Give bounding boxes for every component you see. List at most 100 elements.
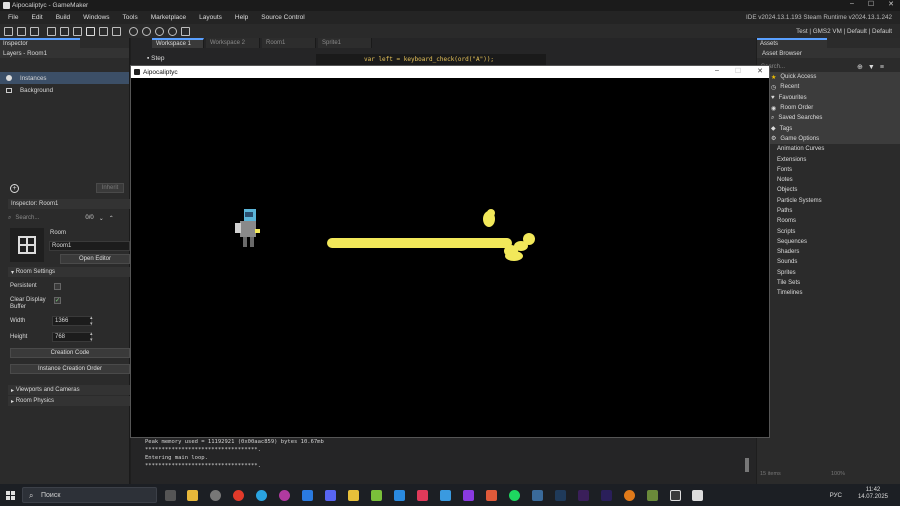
notes-icon[interactable] bbox=[348, 490, 359, 501]
asset-group[interactable]: Sprites bbox=[757, 268, 900, 278]
steam-icon[interactable] bbox=[532, 490, 543, 501]
quick-access-header[interactable]: ★ Quick Access bbox=[757, 72, 900, 83]
after-effects-icon[interactable] bbox=[601, 490, 612, 501]
game-canvas[interactable] bbox=[131, 78, 769, 437]
clear-display-checkbox[interactable]: ✓ bbox=[54, 297, 61, 304]
app-icon[interactable] bbox=[417, 490, 428, 501]
taskbar-search[interactable]: ⌕ Поиск bbox=[22, 487, 157, 503]
photoshop-icon[interactable] bbox=[555, 490, 566, 501]
vk-icon[interactable] bbox=[302, 490, 313, 501]
language-indicator[interactable]: РУС bbox=[830, 492, 842, 499]
new-project-icon[interactable] bbox=[4, 26, 13, 36]
output-scrollbar[interactable] bbox=[745, 458, 749, 472]
save-icon[interactable] bbox=[30, 26, 39, 36]
asset-group[interactable]: Objects bbox=[757, 185, 900, 195]
blender-icon[interactable] bbox=[624, 490, 635, 501]
filter-icon[interactable]: ▼ bbox=[868, 64, 875, 71]
asset-group[interactable]: Notes bbox=[757, 175, 900, 185]
discord-icon[interactable] bbox=[325, 490, 336, 501]
layer-instances[interactable]: Instances bbox=[0, 72, 129, 84]
next-match-icon[interactable]: ⌃ bbox=[109, 215, 114, 222]
menu-build[interactable]: Build bbox=[56, 14, 70, 21]
asset-zoom[interactable]: 100% bbox=[831, 471, 845, 477]
asset-group[interactable]: Sounds bbox=[757, 257, 900, 267]
asset-group[interactable]: Paths bbox=[757, 206, 900, 216]
spotify-icon[interactable] bbox=[509, 490, 520, 501]
open-project-icon[interactable] bbox=[17, 26, 26, 36]
settings-icon[interactable] bbox=[129, 26, 138, 36]
app-icon[interactable] bbox=[647, 490, 658, 501]
layer-background[interactable]: Background bbox=[0, 84, 129, 96]
game-minimize-icon[interactable]: – bbox=[715, 67, 719, 75]
quick-access-game-options[interactable]: ⚙ Game Options bbox=[757, 133, 900, 145]
physics-header[interactable]: ▸ Room Physics bbox=[8, 396, 130, 406]
room-settings-header[interactable]: ▾ Room Settings bbox=[8, 267, 130, 277]
tab-inspector[interactable]: Inspector bbox=[0, 38, 80, 48]
quick-access-saved-searches[interactable]: ⌕ Saved Searches bbox=[757, 113, 900, 124]
add-layer-icon[interactable]: + bbox=[10, 184, 19, 193]
menu-tools[interactable]: Tools bbox=[123, 14, 138, 21]
clean-icon[interactable] bbox=[60, 26, 69, 36]
width-field[interactable]: 1366 bbox=[52, 316, 92, 326]
tab-workspace-1[interactable]: Workspace 1 bbox=[152, 38, 204, 48]
asset-group[interactable]: Sequences bbox=[757, 237, 900, 247]
persistent-checkbox[interactable] bbox=[54, 283, 61, 290]
vscode-icon[interactable] bbox=[394, 490, 405, 501]
asset-group[interactable]: Animation Curves bbox=[757, 144, 900, 154]
game-maximize-icon[interactable]: ☐ bbox=[735, 67, 741, 75]
asset-group[interactable]: Extensions bbox=[757, 154, 900, 164]
tab-assets[interactable]: Assets bbox=[757, 38, 827, 48]
inherit-button[interactable]: Inherit bbox=[96, 183, 124, 193]
game-runner-icon[interactable] bbox=[692, 490, 703, 501]
clock[interactable]: 11:42 14.07.2025 bbox=[858, 487, 888, 501]
asset-group[interactable]: Fonts bbox=[757, 165, 900, 175]
target-selector[interactable]: Test | GMS2 VM | Default | Default bbox=[796, 28, 892, 35]
quick-access-recent[interactable]: ◷ Recent bbox=[757, 82, 900, 93]
run-icon[interactable] bbox=[86, 26, 95, 36]
asset-group[interactable]: Rooms bbox=[757, 216, 900, 226]
menu-edit[interactable]: Edit bbox=[31, 14, 42, 21]
debug-icon[interactable] bbox=[73, 26, 82, 36]
width-stepper[interactable]: ▴ ▾ bbox=[90, 315, 93, 327]
asset-search-input[interactable]: Search... bbox=[761, 64, 853, 70]
visual-studio-icon[interactable] bbox=[463, 490, 474, 501]
viewports-header[interactable]: ▸ Viewports and Cameras bbox=[8, 385, 130, 395]
game-window[interactable]: Aipocaliptyc – ☐ ✕ bbox=[130, 65, 770, 438]
zoom-reset-icon[interactable] bbox=[168, 26, 177, 36]
minimize-icon[interactable]: – bbox=[850, 0, 854, 8]
search-input[interactable]: Search... bbox=[15, 215, 85, 221]
code-line[interactable]: var left = keyboard_check(ord("A")); bbox=[316, 54, 546, 65]
menu-windows[interactable]: Windows bbox=[83, 14, 109, 21]
window-layout-icon[interactable] bbox=[181, 26, 190, 36]
height-stepper[interactable]: ▴ ▾ bbox=[90, 331, 93, 343]
menu-marketplace[interactable]: Marketplace bbox=[151, 14, 186, 21]
asset-group[interactable]: Scripts bbox=[757, 226, 900, 236]
room-name-field[interactable]: Room1 bbox=[49, 241, 130, 251]
tab-workspace-2[interactable]: Workspace 2 bbox=[206, 38, 260, 48]
height-field[interactable]: 768 bbox=[52, 332, 92, 342]
explorer-icon[interactable] bbox=[187, 490, 198, 501]
creation-code-button[interactable]: Creation Code bbox=[10, 348, 130, 358]
telegram-icon[interactable] bbox=[256, 490, 267, 501]
app-icon[interactable] bbox=[486, 490, 497, 501]
asset-group[interactable]: Shaders bbox=[757, 247, 900, 257]
stop-icon[interactable] bbox=[99, 26, 108, 36]
asset-group[interactable]: Tile Sets bbox=[757, 278, 900, 288]
yandex-icon[interactable] bbox=[233, 490, 244, 501]
windows-start-icon[interactable] bbox=[6, 491, 15, 500]
add-asset-icon[interactable]: ⊕ bbox=[857, 63, 863, 71]
maximize-icon[interactable]: ☐ bbox=[868, 0, 874, 8]
task-view-icon[interactable] bbox=[165, 490, 176, 501]
media-icon[interactable] bbox=[210, 490, 221, 501]
app-icon[interactable] bbox=[371, 490, 382, 501]
open-editor-button[interactable]: Open Editor bbox=[60, 254, 130, 264]
asset-menu-icon[interactable]: ≡ bbox=[880, 64, 884, 71]
menu-layouts[interactable]: Layouts bbox=[199, 14, 222, 21]
menu-help[interactable]: Help bbox=[235, 14, 248, 21]
quick-access-tags[interactable]: ◆ Tags bbox=[757, 123, 900, 134]
app-icon[interactable] bbox=[440, 490, 451, 501]
browser-icon[interactable] bbox=[279, 490, 290, 501]
prev-match-icon[interactable]: ⌄ bbox=[99, 215, 104, 222]
build-icon[interactable] bbox=[47, 26, 56, 36]
tab-sprite1[interactable]: Sprite1 bbox=[318, 38, 372, 48]
